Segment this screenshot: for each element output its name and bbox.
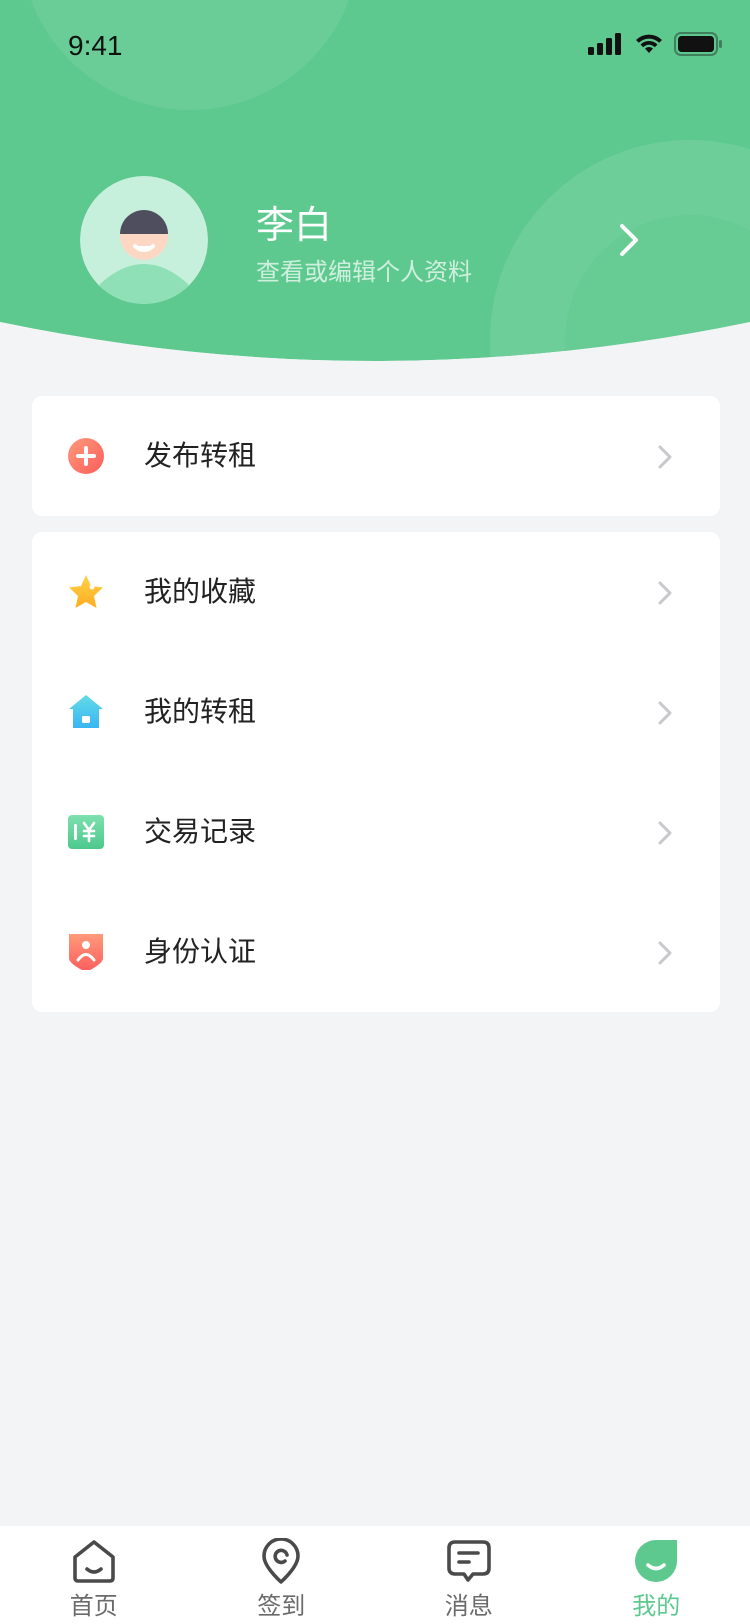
bottom-tab-bar: 首页 签到 消息 我的 <box>0 1526 750 1624</box>
status-icons <box>588 32 722 56</box>
menu-item-identity-verification[interactable]: 身份认证 <box>32 892 720 1012</box>
star-icon <box>69 575 103 608</box>
profile-header: 9:41 李白 查看或编辑个人资料 <box>0 0 750 370</box>
menu-item-my-sublets[interactable]: 我的转租 <box>32 652 720 772</box>
chevron-right-icon <box>658 941 672 965</box>
wifi-icon <box>636 34 662 53</box>
menu-item-transactions[interactable]: 交易记录 <box>32 772 720 892</box>
menu-item-label: 身份认证 <box>144 935 257 968</box>
status-bar: 9:41 <box>0 0 750 96</box>
menu-item-label: 我的收藏 <box>144 575 257 608</box>
profile-name: 李白 <box>256 203 333 247</box>
profile-entry[interactable]: 李白 查看或编辑个人资料 <box>80 176 690 304</box>
message-icon <box>446 1540 491 1582</box>
house-icon <box>69 695 103 728</box>
plus-circle-icon <box>68 438 104 474</box>
battery-icon <box>674 32 722 56</box>
tab-label: 消息 <box>444 1592 493 1620</box>
menu-item-publish-sublet[interactable]: 发布转租 <box>32 396 720 516</box>
menu-item-label: 我的转租 <box>144 695 257 728</box>
chevron-right-icon <box>658 445 672 469</box>
menu-item-favorites[interactable]: 我的收藏 <box>32 532 720 652</box>
cellular-signal-icon <box>588 33 621 55</box>
chevron-right-icon <box>658 821 672 845</box>
menu-item-label: 发布转租 <box>144 439 257 472</box>
tab-label: 首页 <box>69 1592 118 1620</box>
location-pin-icon <box>262 1538 301 1584</box>
tab-messages[interactable]: 消息 <box>375 1526 563 1624</box>
profile-leaf-icon <box>635 1540 678 1582</box>
menu-item-label: 交易记录 <box>144 815 257 848</box>
avatar[interactable] <box>80 176 208 304</box>
chevron-right-icon <box>658 701 672 725</box>
home-icon <box>72 1540 115 1583</box>
tab-mine[interactable]: 我的 <box>563 1526 750 1624</box>
chevron-right-icon <box>658 581 672 605</box>
avatar-illustration <box>80 176 208 304</box>
menu-card-publish: 发布转租 <box>32 396 720 516</box>
shield-person-icon <box>69 934 103 970</box>
profile-subtitle: 查看或编辑个人资料 <box>256 258 472 286</box>
status-time: 9:41 <box>68 30 123 61</box>
chevron-right-icon[interactable] <box>610 220 650 260</box>
tab-home[interactable]: 首页 <box>0 1526 188 1624</box>
tab-label: 我的 <box>632 1592 681 1620</box>
tab-check-in[interactable]: 签到 <box>188 1526 376 1624</box>
yen-receipt-icon <box>68 815 104 849</box>
tab-label: 签到 <box>257 1592 306 1620</box>
menu-card-main: 我的收藏 我的转租 交易记录 身份认证 <box>32 532 720 1012</box>
